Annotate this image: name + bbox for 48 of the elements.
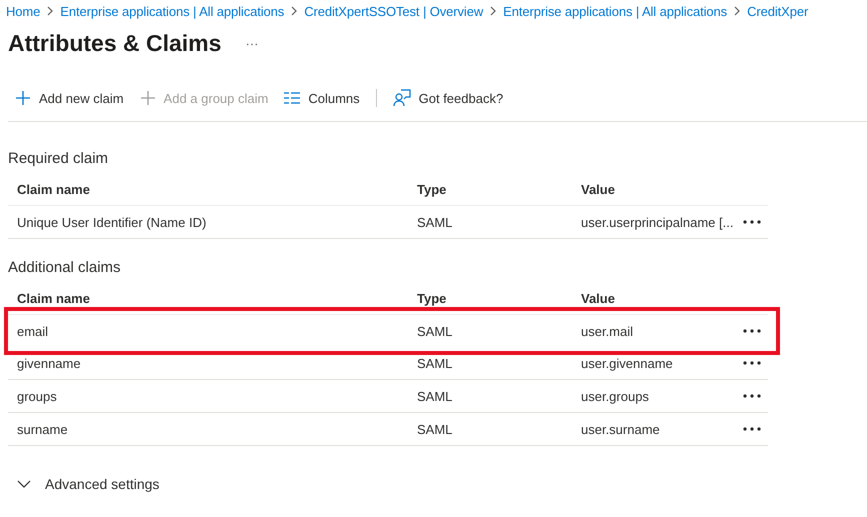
table-cell-text: user.givenname — [580, 356, 674, 370]
table-cell-text: email — [16, 324, 50, 338]
feedback-icon — [392, 89, 411, 107]
breadcrumb-link[interactable]: CreditXpertSSOTest | Overview — [304, 4, 484, 18]
chevron-right-icon — [46, 6, 54, 16]
table-cell-text: SAML — [416, 422, 454, 436]
section-heading: Additional claims — [8, 259, 122, 276]
toolbar-button[interactable]: Columns — [284, 90, 360, 106]
breadcrumb-link[interactable]: Enterprise applications | All applications — [503, 4, 728, 18]
table-cell-text: SAML — [416, 388, 454, 404]
toolbar-button[interactable]: Add new claim — [15, 90, 124, 106]
more-button[interactable]: ··· — [241, 36, 262, 51]
column-header: Claim name — [16, 290, 91, 306]
chevron-right-icon — [733, 6, 742, 16]
column-header: Value — [580, 182, 616, 196]
table-cell-text: user.surname — [580, 422, 661, 436]
more-icon — [743, 220, 761, 224]
table-cell-text: user.userprincipalname [... — [580, 214, 734, 230]
more-icon — [743, 329, 761, 333]
breadcrumb-link[interactable]: CreditXper — [747, 4, 808, 18]
chevron-icon — [17, 480, 31, 488]
more-icon — [743, 394, 761, 398]
table-cell-text: SAML — [416, 324, 454, 338]
section-heading: Required claim — [8, 150, 110, 167]
column-header: Type — [416, 182, 448, 196]
breadcrumb-link[interactable]: Home — [6, 4, 40, 18]
advanced-settings-toggle[interactable]: Advanced settings — [17, 476, 160, 492]
table-cell-text: user.mail — [580, 324, 634, 338]
chevron-right-icon — [489, 6, 498, 16]
plus-icon — [140, 90, 156, 106]
table-cell-text: SAML — [416, 214, 454, 230]
chevron-right-icon — [290, 6, 298, 16]
table-cell-text: Unique User Identifier (Name ID) — [16, 214, 208, 230]
column-header: Type — [416, 290, 448, 306]
breadcrumb-link[interactable]: Enterprise applications | All applications — [60, 4, 284, 18]
table-cell-text: user.groups — [580, 388, 650, 404]
column-header: Value — [580, 290, 616, 306]
table-cell-text: givenname — [16, 356, 82, 370]
more-icon — [743, 361, 761, 365]
plus-icon — [15, 90, 31, 106]
page-title: Attributes & Claims — [8, 30, 222, 57]
table-cell-text: surname — [16, 422, 69, 436]
table-cell-text: SAML — [416, 356, 454, 370]
column-header: Claim name — [16, 182, 91, 196]
table-cell-text: groups — [16, 388, 58, 404]
toolbar-button[interactable]: Got feedback? — [392, 89, 504, 107]
more-icon — [743, 427, 761, 431]
list-icon — [284, 92, 300, 104]
